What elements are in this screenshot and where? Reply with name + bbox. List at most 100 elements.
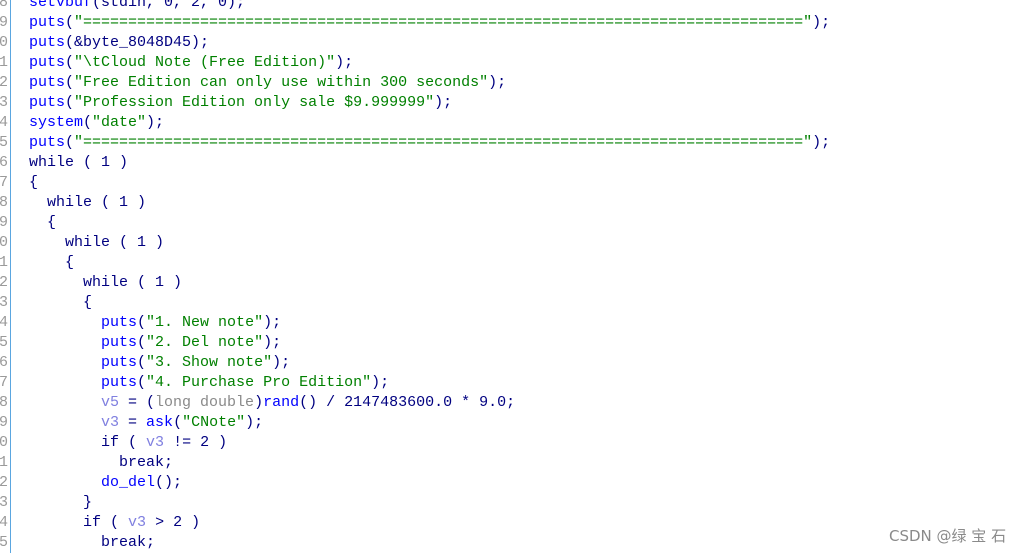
code-line[interactable]: } [29, 493, 830, 513]
code-line[interactable]: break; [29, 453, 830, 473]
code-line[interactable]: puts("2. Del note"); [29, 333, 830, 353]
code-line[interactable]: puts("1. New note"); [29, 313, 830, 333]
code-token-function: puts [29, 74, 66, 91]
code-line[interactable]: puts(&byte_8048D45); [29, 33, 830, 53]
code-token-punctuation: { [29, 174, 39, 191]
code-line[interactable]: while ( 1 ) [29, 153, 830, 173]
pseudocode-view[interactable]: setvbuf(stdin, 0, 2, 0); puts("==========… [29, 0, 830, 553]
code-token-string: "CNote" [182, 414, 246, 431]
code-line[interactable]: if ( v3 > 2 ) [29, 513, 830, 533]
code-line[interactable]: v5 = (long double)rand() / 2147483600.0 … [29, 393, 830, 413]
code-token-punctuation: ( [119, 434, 147, 451]
code-token-type: long double [155, 394, 255, 411]
code-token-function: puts [29, 94, 66, 111]
code-token-function: do_del [101, 474, 156, 491]
code-token-punctuation: ( [173, 414, 183, 431]
line-number: 2 [0, 474, 8, 491]
code-line[interactable]: break; [29, 533, 830, 553]
code-token-punctuation: } [83, 494, 93, 511]
code-token-string: "2. Del note" [146, 334, 264, 351]
code-line[interactable]: puts("==================================… [29, 13, 830, 33]
code-token-keyword: break; [101, 534, 156, 551]
code-token-punctuation: ( [137, 314, 147, 331]
code-token-punctuation: ( [65, 14, 75, 31]
code-line[interactable]: while ( 1 ) [29, 233, 830, 253]
code-token-punctuation: ( [101, 514, 129, 531]
code-token-variable: v3 [101, 414, 120, 431]
code-token-function: puts [101, 334, 138, 351]
line-number: 4 [0, 114, 8, 131]
line-number: 0 [0, 234, 8, 251]
code-token-keyword: while ( 1 ) [83, 274, 183, 291]
line-number: 4 [0, 314, 8, 331]
watermark: CSDN @绿 宝 石 [889, 527, 1007, 545]
code-line[interactable]: puts("3. Show note"); [29, 353, 830, 373]
line-number: 0 [0, 34, 8, 51]
line-number: 3 [0, 94, 8, 111]
code-token-punctuation: { [65, 254, 75, 271]
code-token-function: puts [29, 34, 66, 51]
line-number: 8 [0, 0, 8, 11]
code-token-string: "=======================================… [74, 14, 813, 31]
code-token-punctuation: = [119, 414, 147, 431]
line-number: 6 [0, 154, 8, 171]
code-line[interactable]: v3 = ask("CNote"); [29, 413, 830, 433]
code-line[interactable]: setvbuf(stdin, 0, 2, 0); [29, 0, 830, 13]
code-line[interactable]: { [29, 293, 830, 313]
code-token-function: puts [29, 134, 66, 151]
code-token-function: puts [101, 374, 138, 391]
code-token-punctuation: ( [65, 54, 75, 71]
code-line[interactable]: do_del(); [29, 473, 830, 493]
code-token-punctuation: ); [812, 14, 831, 31]
code-token-punctuation: ); [434, 94, 453, 111]
code-token-keyword: while ( 1 ) [65, 234, 165, 251]
code-line[interactable]: puts("4. Purchase Pro Edition"); [29, 373, 830, 393]
code-token-keyword: while ( 1 ) [29, 154, 129, 171]
code-token-keyword: if [83, 514, 102, 531]
code-line[interactable]: while ( 1 ) [29, 193, 830, 213]
code-line[interactable]: { [29, 173, 830, 193]
code-token-punctuation: ); [272, 354, 291, 371]
line-number: 1 [0, 254, 8, 271]
code-line[interactable]: puts("Profession Edition only sale $9.99… [29, 93, 830, 113]
code-token-punctuation: ); [263, 314, 282, 331]
code-line[interactable]: puts("==================================… [29, 133, 830, 153]
code-token-punctuation: ( [137, 374, 147, 391]
code-token-punctuation: ) [254, 394, 264, 411]
code-token-punctuation: ); [371, 374, 390, 391]
line-number: 8 [0, 194, 8, 211]
line-number: 2 [0, 74, 8, 91]
line-number: 1 [0, 454, 8, 471]
code-token-punctuation: ( [65, 74, 75, 91]
code-line[interactable]: system("date"); [29, 113, 830, 133]
code-line[interactable]: if ( v3 != 2 ) [29, 433, 830, 453]
line-number: 9 [0, 414, 8, 431]
code-token-punctuation: ( [137, 334, 147, 351]
code-token-variable: v3 [146, 434, 165, 451]
line-number: 0 [0, 434, 8, 451]
code-token-function: rand [263, 394, 300, 411]
code-token-punctuation: ( [65, 134, 75, 151]
code-token-string: "4. Purchase Pro Edition" [146, 374, 372, 391]
line-number: 7 [0, 374, 8, 391]
code-token-string: "Profession Edition only sale $9.999999" [74, 94, 435, 111]
code-token-punctuation: ( [83, 114, 93, 131]
line-number: 8 [0, 394, 8, 411]
line-number: 9 [0, 214, 8, 231]
code-line[interactable]: { [29, 253, 830, 273]
code-line[interactable]: puts("\tCloud Note (Free Edition)"); [29, 53, 830, 73]
code-token-punctuation: (); [155, 474, 183, 491]
code-line[interactable]: while ( 1 ) [29, 273, 830, 293]
code-token-function: puts [101, 354, 138, 371]
code-token-function: puts [29, 14, 66, 31]
code-token-punctuation: ); [146, 114, 165, 131]
line-number-gutter: 8 9 0 1 2 3 4 5 6 7 8 9 0 1 2 3 4 5 6 7 8 9 0 1 2 3 4 5 [0, 0, 10, 553]
code-line[interactable]: puts("Free Edition can only use within 3… [29, 73, 830, 93]
line-number: 5 [0, 534, 8, 551]
code-line[interactable]: { [29, 213, 830, 233]
code-token-punctuation: ); [245, 414, 264, 431]
code-token-variable: v5 [101, 394, 120, 411]
code-token-function: puts [29, 54, 66, 71]
code-token-variable: v3 [128, 514, 147, 531]
code-token-keyword: while ( 1 ) [47, 194, 147, 211]
